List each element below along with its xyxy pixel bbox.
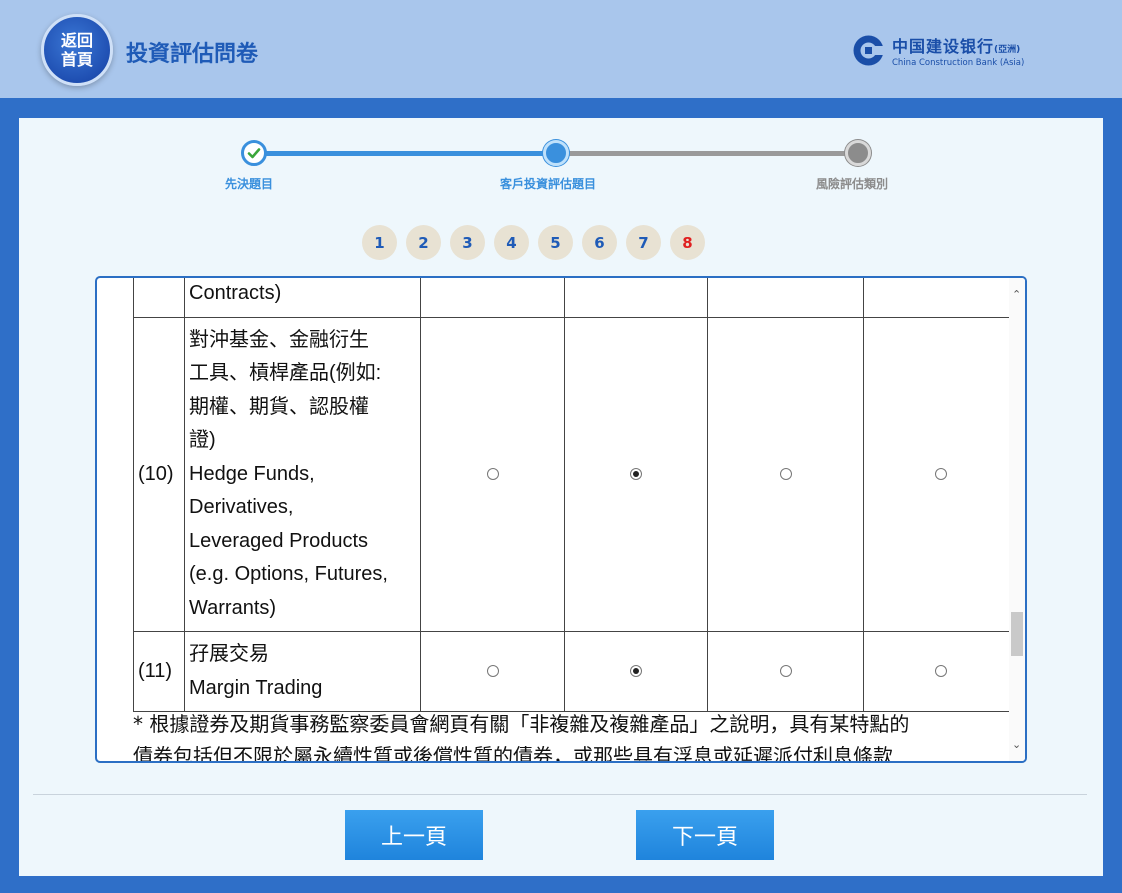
radio-option-3[interactable] xyxy=(779,665,792,677)
pager-item-4[interactable]: 4 xyxy=(494,225,529,260)
radio-option-2[interactable] xyxy=(630,467,642,480)
row-number: (10) xyxy=(133,316,185,632)
next-page-button[interactable]: 下一頁 xyxy=(636,810,774,860)
pager-item-7[interactable]: 7 xyxy=(626,225,661,260)
row-number: (11) xyxy=(133,631,185,712)
step-2-dot xyxy=(543,140,569,166)
scrollbar[interactable]: ⌃ ⌄ xyxy=(1009,278,1025,761)
pager-item-8[interactable]: 8 xyxy=(670,225,705,260)
bank-name-en: China Construction Bank (Asia) xyxy=(892,57,1025,68)
home-label-line2: 首頁 xyxy=(60,50,93,69)
radio-option-4[interactable] xyxy=(935,665,947,677)
bank-logo: 中国建设银行(亞洲) China Construction Bank (Asia… xyxy=(852,33,1025,68)
step-1-label: 先決題目 xyxy=(225,177,274,191)
scrollbar-thumb[interactable] xyxy=(1011,612,1023,656)
table-row: (11) 孖展交易 Margin Trading xyxy=(133,631,1019,712)
scroll-down-icon[interactable]: ⌄ xyxy=(1012,738,1021,751)
step-3-dot xyxy=(845,140,871,166)
question-table: Contracts) (10) 對沖基金、金融衍生 工具、槓桿產品(例如: 期權… xyxy=(133,278,1019,712)
question-scroll-area[interactable]: Contracts) (10) 對沖基金、金融衍生 工具、槓桿產品(例如: 期權… xyxy=(95,276,1027,763)
question-pager: 1 2 3 4 5 6 7 8 xyxy=(362,225,714,260)
table-row: Contracts) xyxy=(133,278,1019,318)
home-button[interactable]: 返回 首頁 xyxy=(41,14,113,86)
step-2-label: 客戶投資評估題目 xyxy=(500,177,597,191)
row-description: 對沖基金、金融衍生 工具、槓桿產品(例如: 期權、期貨、認股權 證) Hedge… xyxy=(184,316,421,632)
stepper-line-done xyxy=(255,151,557,156)
app-header: 返回 首頁 投資評估問卷 中国建设银行(亞洲) China Constructi… xyxy=(0,0,1122,98)
page-title: 投資評估問卷 xyxy=(126,42,259,67)
pager-item-2[interactable]: 2 xyxy=(406,225,441,260)
footnote-line-1: * 根據證券及期貨事務監察委員會網頁有關「非複雜及複雜產品」之說明，具有某特點的 xyxy=(133,712,910,736)
radio-option-3[interactable] xyxy=(779,467,792,480)
radio-option-4[interactable] xyxy=(935,467,947,480)
bank-name-zh: 中国建设银行(亞洲) xyxy=(892,36,1021,56)
row-description: Contracts) xyxy=(184,278,421,318)
footnote: * 根據證券及期貨事務監察委員會網頁有關「非複雜及複雜產品」之說明，具有某特點的… xyxy=(133,708,1015,763)
home-label-line1: 返回 xyxy=(60,31,93,50)
pager-item-6[interactable]: 6 xyxy=(582,225,617,260)
scroll-up-icon[interactable]: ⌃ xyxy=(1012,288,1021,301)
footer-divider xyxy=(33,794,1087,795)
pager-item-1[interactable]: 1 xyxy=(362,225,397,260)
stepper-line-pending xyxy=(557,151,859,156)
row-number xyxy=(133,278,185,318)
bank-logo-icon xyxy=(853,35,885,65)
check-icon xyxy=(247,148,261,159)
step-1-dot xyxy=(241,140,267,166)
table-row: (10) 對沖基金、金融衍生 工具、槓桿產品(例如: 期權、期貨、認股權 證) … xyxy=(133,316,1019,632)
radio-option-1[interactable] xyxy=(486,467,499,480)
radio-option-2[interactable] xyxy=(630,665,642,677)
footnote-line-2: 債券包括但不限於屬永續性質或後償性質的債券，或那些具有浮息或延遲派付利息條款 xyxy=(133,744,893,763)
radio-option-1[interactable] xyxy=(486,665,499,677)
questionnaire-panel: 先決題目 客戶投資評估題目 風險評估類別 1 2 3 4 5 6 7 8 Con… xyxy=(19,118,1103,876)
step-3-label: 風險評估類別 xyxy=(816,177,889,191)
pager-item-3[interactable]: 3 xyxy=(450,225,485,260)
prev-page-button[interactable]: 上一頁 xyxy=(345,810,483,860)
pager-item-5[interactable]: 5 xyxy=(538,225,573,260)
row-description: 孖展交易 Margin Trading xyxy=(184,631,421,712)
